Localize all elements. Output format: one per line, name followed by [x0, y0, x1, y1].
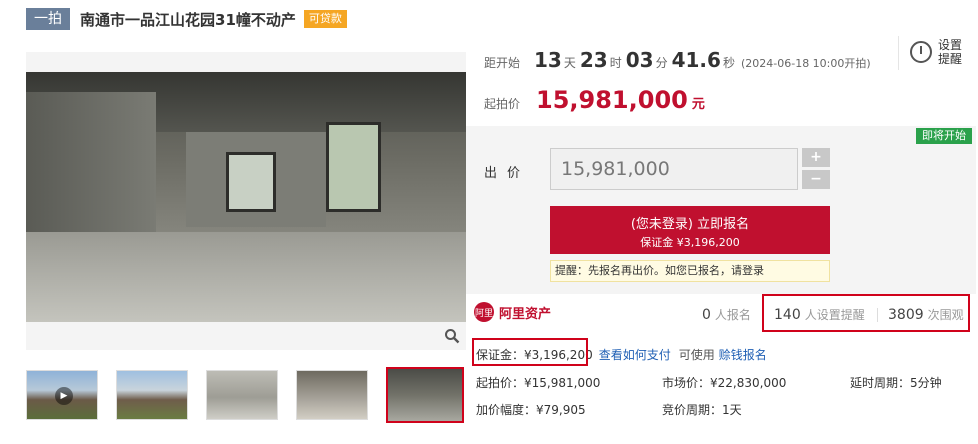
detail-start-price: 起拍价：¥15,981,000: [476, 376, 601, 390]
thumbnail[interactable]: [296, 370, 368, 420]
auction-round-tag: 一拍: [26, 8, 70, 30]
photo-window: [226, 152, 276, 212]
set-reminder-label: 设置提醒: [938, 38, 963, 66]
countdown-hours: 23: [579, 48, 608, 72]
start-price-unit: 元: [691, 97, 705, 112]
login-notice: 提醒：先报名再出价。如您已报名，请登录: [550, 260, 830, 282]
alarm-clock-icon: [910, 41, 932, 63]
thumbnail-selected[interactable]: [386, 367, 464, 423]
loan-badge: 可贷款: [303, 10, 347, 28]
countdown-days: 13: [534, 48, 562, 72]
photo-floor: [26, 232, 466, 322]
countdown: 距开始 13 天 23 时 03 分 41.6 秒 (2024-06-18 10…: [484, 48, 871, 72]
countdown-minutes: 03: [625, 48, 654, 72]
start-price-label: 起拍价: [484, 97, 521, 111]
start-price-value: 15,981,000: [536, 86, 688, 114]
set-reminder-button[interactable]: 设置提醒: [910, 38, 964, 66]
magnify-icon[interactable]: [442, 326, 462, 346]
start-price-row: 起拍价 15,981,000 元: [484, 86, 705, 114]
main-property-photo[interactable]: [26, 72, 466, 322]
usable-label: 可使用: [678, 348, 715, 362]
signup-count-label: 人报名: [714, 308, 751, 322]
signup-count-number: 0: [702, 307, 711, 323]
status-badge: 即将开始: [916, 128, 972, 144]
detail-increment: 加价幅度：¥79,905: [476, 403, 586, 417]
signup-button[interactable]: (您未登录) 立即报名 保证金 ¥3,196,200: [550, 206, 830, 254]
signup-deposit-label: 保证金 ¥3,196,200: [640, 236, 740, 249]
thumbnail-strip: ▶: [26, 367, 464, 423]
thumbnail[interactable]: [116, 370, 188, 420]
countdown-seconds-unit: 秒: [722, 56, 735, 70]
page-title: 南通市一品江山花园31幢不动产: [80, 10, 296, 29]
photo-side-window: [326, 122, 381, 212]
photo-bottom-padding: [26, 322, 466, 350]
highlight-box: [762, 294, 970, 332]
detail-delay-period: 延时周期：5分钟: [850, 376, 942, 390]
countdown-seconds: 41.6: [671, 48, 721, 72]
divider: [898, 36, 899, 70]
countdown-days-unit: 天: [563, 56, 576, 70]
stats-row: 阿里 阿里资产 0 人报名 140 人设置提醒 3809 次围观: [466, 294, 976, 332]
platform-name: 阿里资产: [499, 306, 552, 322]
bid-label: 出价: [484, 166, 531, 181]
title-bar: 一拍 南通市一品江山花园31幢不动产 可贷款: [26, 8, 347, 30]
bid-amount-input[interactable]: 15,981,000: [550, 148, 798, 190]
how-to-pay-link[interactable]: 查看如何支付: [599, 346, 671, 363]
countdown-hours-unit: 时: [609, 56, 622, 70]
thumbnail[interactable]: [206, 370, 278, 420]
highlight-box: [472, 338, 588, 366]
decrease-bid-button[interactable]: −: [802, 170, 830, 189]
play-icon: ▶: [55, 387, 73, 405]
credit-signup-link[interactable]: 赊钱报名: [719, 346, 767, 363]
auction-start-time: (2024-06-18 10:00开拍): [740, 57, 871, 70]
signup-count: 0 人报名: [702, 306, 751, 323]
platform-logo[interactable]: 阿里 阿里资产: [474, 302, 551, 322]
ali-assets-logo-icon: 阿里: [474, 302, 494, 322]
signup-button-label: (您未登录) 立即报名: [630, 217, 750, 232]
countdown-label: 距开始: [484, 56, 521, 70]
detail-market-price: 市场价：¥22,830,000: [662, 376, 787, 390]
detail-bid-period: 竞价周期：1天: [662, 403, 742, 417]
increase-bid-button[interactable]: +: [802, 148, 830, 167]
bid-panel: 即将开始 出价 15,981,000 + − (您未登录) 立即报名 保证金 ¥…: [466, 126, 976, 294]
photo-top-padding: [26, 52, 466, 72]
thumbnail-video[interactable]: ▶: [26, 370, 98, 420]
countdown-minutes-unit: 分: [655, 56, 668, 70]
